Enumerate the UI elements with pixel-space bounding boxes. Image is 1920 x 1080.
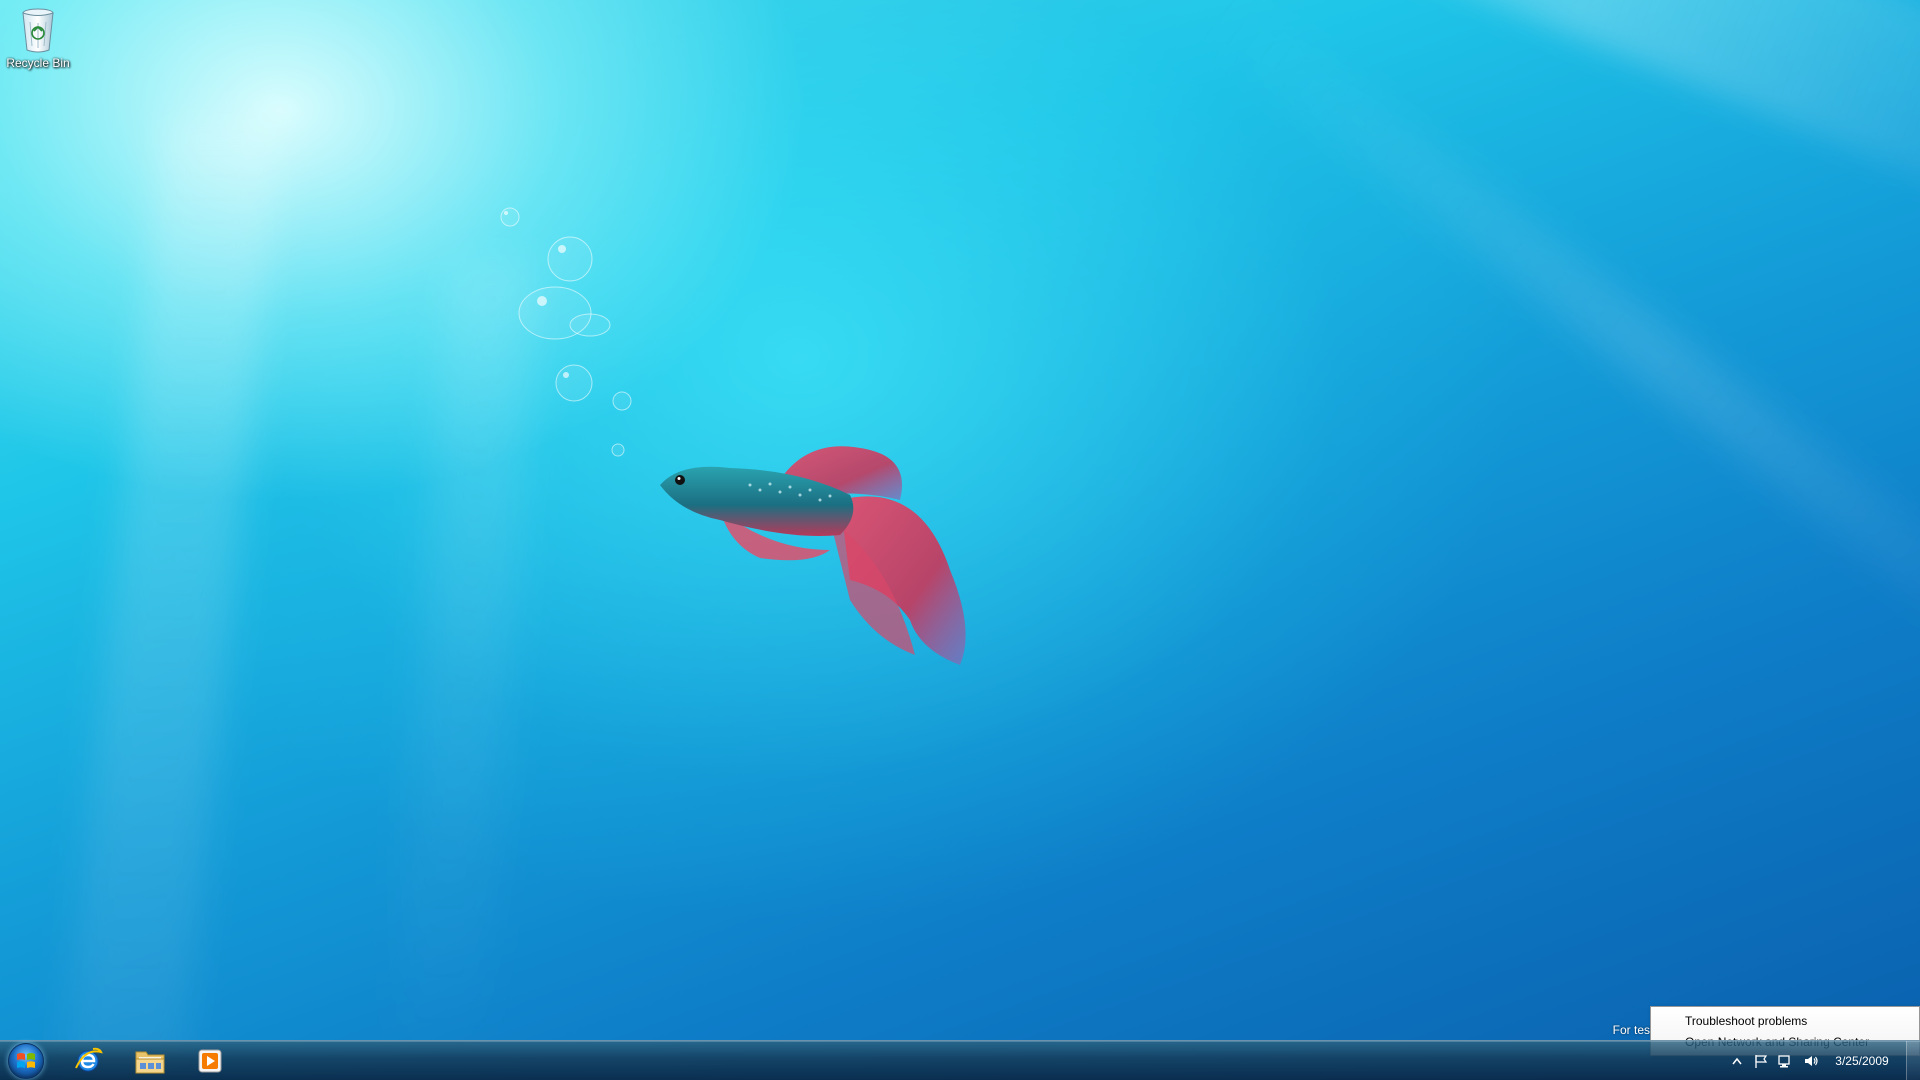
recycle-bin-icon: [22, 8, 54, 53]
recycle-bin-label: Recycle Bin: [6, 56, 70, 70]
date-text: 3/25/2009: [1835, 1054, 1889, 1068]
light-ray: [1060, 0, 1920, 241]
menu-item-troubleshoot[interactable]: Troubleshoot problems: [1653, 1011, 1917, 1032]
internet-explorer-icon: [75, 1047, 103, 1072]
show-desktop-button[interactable]: [1906, 1041, 1920, 1080]
taskbar-pin-windows-explorer[interactable]: [122, 1042, 178, 1080]
media-player-icon: [198, 1049, 222, 1073]
taskbar: 3/25/2009: [0, 1040, 1920, 1080]
network-icon[interactable]: [1776, 1051, 1794, 1071]
betta-fish-graphic: [660, 446, 966, 665]
folder-icon: [135, 1051, 165, 1074]
light-ray: [1198, 0, 1920, 713]
volume-icon[interactable]: [1802, 1051, 1820, 1071]
desktop[interactable]: Recycle Bin For testi Troubleshoot probl…: [0, 0, 1920, 1080]
recycle-bin-shortcut[interactable]: Recycle Bin: [4, 6, 72, 70]
start-orb: [8, 1043, 44, 1079]
taskbar-clock[interactable]: 3/25/2009: [1826, 1041, 1898, 1080]
bubbles-graphic: [500, 207, 632, 457]
light-ray: [57, 120, 283, 1080]
action-center-flag-icon[interactable]: [1752, 1051, 1770, 1071]
show-hidden-icons-arrow[interactable]: [1730, 1051, 1744, 1071]
windows-logo-icon: [17, 1053, 35, 1068]
taskbar-pin-internet-explorer[interactable]: [60, 1042, 116, 1080]
start-button[interactable]: [4, 1042, 48, 1080]
taskbar-pin-media-player[interactable]: [182, 1042, 238, 1080]
